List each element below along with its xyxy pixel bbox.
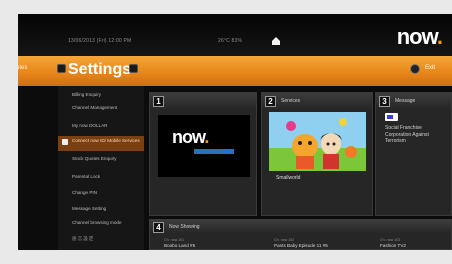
panel-header: 2 Services [262, 93, 372, 110]
panel-number: 3 [379, 96, 390, 107]
menu-item-channel-browsing-mode[interactable]: Channel browsing mode [58, 220, 144, 225]
menu-item-message-setting[interactable]: Message Setting [58, 206, 144, 211]
panel-label: Now Showing [169, 224, 200, 230]
left-arrow-icon[interactable] [57, 64, 66, 73]
panel-4-now-showing[interactable]: 4 Now Showing Ch. now 101 Boobo Land #5 … [149, 219, 452, 250]
message-text: Social Franchise Corporation Against Ter… [385, 125, 429, 145]
menu-item-now-dollar[interactable]: My now DOLLAR [58, 123, 144, 128]
panel-number: 1 [153, 96, 164, 107]
menu-item-stock-quotes[interactable]: Stock Quotes Enquiry [58, 156, 144, 161]
selected-marker-icon [62, 139, 68, 145]
message-logo-icon [385, 113, 398, 121]
service-caption: Smallworld [276, 175, 301, 181]
menu-item-parental-lock[interactable]: Parental Lock [58, 174, 144, 179]
title-bar: utes Settings Exit [18, 56, 452, 86]
logo-bar [194, 149, 234, 154]
date-time: 13/06/2013 (Fri) 12:00 PM [68, 38, 132, 44]
now-showing-item[interactable]: Ch. now 102 Pants Baby Episode 11 #5 [274, 238, 328, 248]
panel-header: 4 Now Showing [150, 220, 451, 234]
menu-item-language-setting[interactable]: 語言設定 [58, 236, 144, 241]
panel-number: 4 [153, 222, 164, 233]
exit-label[interactable]: Exit [425, 65, 435, 71]
home-icon [272, 37, 280, 45]
now-showing-item[interactable]: Ch. now 103 Fashion TV2 [380, 238, 406, 248]
panel-2-services[interactable]: 2 Services Smallworld [261, 92, 373, 216]
menu-item-connect-now-id[interactable]: Connect now ID/ Mobile Services [58, 136, 144, 151]
panel-1[interactable]: 1 now. [149, 92, 257, 216]
panel-3-message[interactable]: 3 Message Social Franchise Corporation A… [375, 92, 452, 216]
menu-item-change-pin[interactable]: Change PIN [58, 190, 144, 195]
panel-label: Services [281, 98, 301, 104]
right-arrow-icon[interactable] [129, 64, 138, 73]
exit-icon[interactable] [410, 64, 420, 74]
panel-label: Message [395, 98, 416, 104]
weather-readout: 26°C 83% [218, 38, 243, 44]
previous-section-label[interactable]: utes [18, 65, 27, 71]
panel-number: 2 [265, 96, 276, 107]
settings-menu: Billing Enquiry Channel Management My no… [58, 86, 144, 250]
cartoon-thumbnail [269, 112, 366, 171]
menu-item-billing-enquiry[interactable]: Billing Enquiry [58, 92, 144, 97]
now-tv-logo-thumbnail: now. [158, 115, 250, 177]
page-title: Settings [68, 61, 132, 78]
menu-item-channel-management[interactable]: Channel Management [58, 105, 144, 110]
now-showing-item[interactable]: Ch. now 101 Boobo Land #5 [164, 238, 195, 248]
panel-header: 3 Message [376, 93, 451, 110]
status-bar: 13/06/2013 (Fri) 12:00 PM 26°C 83% now. [18, 14, 452, 56]
tv-screen: 13/06/2013 (Fri) 12:00 PM 26°C 83% now. … [18, 14, 452, 250]
panel-header: 1 [150, 93, 256, 110]
now-logo: now. [396, 24, 443, 49]
